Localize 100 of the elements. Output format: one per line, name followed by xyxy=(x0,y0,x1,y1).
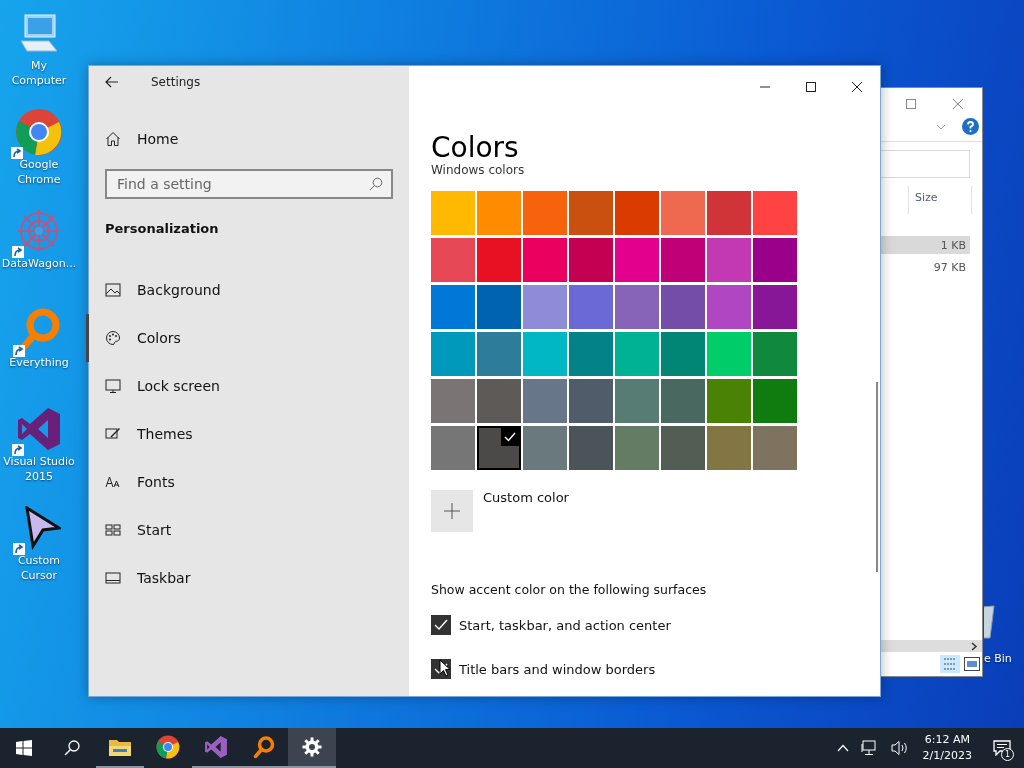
color-swatch[interactable] xyxy=(661,426,705,470)
search-icon xyxy=(64,740,80,756)
color-swatch[interactable] xyxy=(661,285,705,329)
custom-color-label[interactable]: Custom color xyxy=(483,490,569,505)
message-icon xyxy=(993,740,1011,756)
file-row[interactable]: 97 KB xyxy=(881,258,970,276)
nav-item[interactable]: Background xyxy=(86,266,409,314)
nav-item[interactable]: Themes xyxy=(86,410,409,458)
windows-logo-icon xyxy=(16,740,32,756)
color-swatch[interactable] xyxy=(523,332,567,376)
color-swatch[interactable] xyxy=(615,285,659,329)
color-swatch[interactable] xyxy=(707,191,751,235)
taskbar-icon xyxy=(105,570,121,586)
nav-item[interactable]: Fonts xyxy=(86,458,409,506)
color-swatch[interactable] xyxy=(523,285,567,329)
color-swatch[interactable] xyxy=(569,426,613,470)
add-color-button[interactable] xyxy=(431,490,473,532)
preview-view-icon[interactable] xyxy=(964,657,980,671)
color-swatch[interactable] xyxy=(477,285,521,329)
horizontal-scrollbar[interactable] xyxy=(881,640,982,652)
color-swatch[interactable] xyxy=(523,426,567,470)
color-swatch[interactable] xyxy=(477,426,521,470)
file-size: 1 KB xyxy=(940,238,966,252)
color-swatch[interactable] xyxy=(431,191,475,235)
color-swatch[interactable] xyxy=(569,285,613,329)
maximize-icon[interactable] xyxy=(805,81,817,93)
color-swatch[interactable] xyxy=(753,426,797,470)
chrome-icon[interactable] xyxy=(15,108,63,156)
color-swatch[interactable] xyxy=(431,285,475,329)
chevron-up-icon[interactable] xyxy=(836,744,849,752)
file-row[interactable]: 1 KB xyxy=(881,236,970,254)
color-swatch[interactable] xyxy=(431,238,475,282)
color-swatch[interactable] xyxy=(431,379,475,423)
color-swatch[interactable] xyxy=(615,426,659,470)
color-swatch[interactable] xyxy=(707,285,751,329)
nav-item[interactable]: Taskbar xyxy=(86,554,409,602)
search-field[interactable]: Find a setting xyxy=(105,169,393,199)
time: 6:12 AM xyxy=(924,732,970,748)
color-swatch[interactable] xyxy=(523,238,567,282)
color-swatch[interactable] xyxy=(569,332,613,376)
chrome-icon xyxy=(156,735,180,759)
nav-item[interactable]: Lock screen xyxy=(86,362,409,410)
checkbox-label[interactable]: Start, taskbar, and action center xyxy=(459,617,671,633)
color-swatch[interactable] xyxy=(569,379,613,423)
checkbox-label[interactable]: Title bars and window borders xyxy=(459,661,656,677)
chevron-down-icon[interactable] xyxy=(936,123,946,130)
magnifier-icon xyxy=(253,735,275,759)
page-title: Colors xyxy=(431,133,519,163)
close-icon[interactable] xyxy=(851,81,863,93)
color-swatch[interactable] xyxy=(615,191,659,235)
color-swatch[interactable] xyxy=(753,332,797,376)
network-icon[interactable] xyxy=(860,740,879,756)
color-swatch[interactable] xyxy=(707,238,751,282)
speaker-icon[interactable] xyxy=(890,740,909,756)
snowflake-icon[interactable] xyxy=(16,208,62,254)
checkbox[interactable] xyxy=(431,615,451,635)
color-swatch[interactable] xyxy=(615,379,659,423)
color-swatch[interactable] xyxy=(661,238,705,282)
color-swatch[interactable] xyxy=(431,426,475,470)
color-swatch[interactable] xyxy=(523,379,567,423)
computer-icon[interactable] xyxy=(17,11,61,55)
color-swatch[interactable] xyxy=(753,379,797,423)
color-swatch[interactable] xyxy=(753,191,797,235)
color-swatch[interactable] xyxy=(523,191,567,235)
clock[interactable]: 6:12 AM 2/1/2023 xyxy=(914,732,980,764)
color-swatch[interactable] xyxy=(661,191,705,235)
color-swatch[interactable] xyxy=(569,191,613,235)
search-icon xyxy=(369,177,383,191)
color-swatch[interactable] xyxy=(569,238,613,282)
palette-icon xyxy=(105,330,121,346)
color-swatch[interactable] xyxy=(477,332,521,376)
back-arrow-icon[interactable] xyxy=(105,76,119,88)
color-swatch[interactable] xyxy=(753,285,797,329)
taskbar-app-button[interactable] xyxy=(288,728,336,768)
plus-icon xyxy=(443,502,461,520)
visual-studio-icon[interactable] xyxy=(16,406,62,452)
scroll-right-icon[interactable] xyxy=(971,641,978,651)
color-swatch[interactable] xyxy=(615,332,659,376)
section-label: Show accent color on the following surfaces xyxy=(431,582,708,597)
folder-icon xyxy=(109,738,131,756)
home-nav-item[interactable]: Home xyxy=(86,119,409,159)
color-swatch[interactable] xyxy=(615,238,659,282)
color-swatch[interactable] xyxy=(707,379,751,423)
color-swatch[interactable] xyxy=(477,191,521,235)
notification-button[interactable]: 1 xyxy=(980,728,1024,768)
help-icon[interactable] xyxy=(962,118,979,135)
color-swatch[interactable] xyxy=(661,379,705,423)
nav-item[interactable]: Start xyxy=(86,506,409,554)
color-swatch[interactable] xyxy=(431,332,475,376)
color-swatch[interactable] xyxy=(707,426,751,470)
desktop-icon-label[interactable]: e Bin xyxy=(984,652,1012,665)
color-swatch[interactable] xyxy=(477,238,521,282)
column-header[interactable]: Size xyxy=(908,186,972,214)
color-swatch[interactable] xyxy=(707,332,751,376)
visual-studio-icon xyxy=(204,735,228,759)
color-swatch[interactable] xyxy=(753,238,797,282)
color-swatch[interactable] xyxy=(661,332,705,376)
color-swatch[interactable] xyxy=(477,379,521,423)
checkmark-icon xyxy=(501,428,519,446)
scrollbar-thumb[interactable] xyxy=(876,382,878,572)
